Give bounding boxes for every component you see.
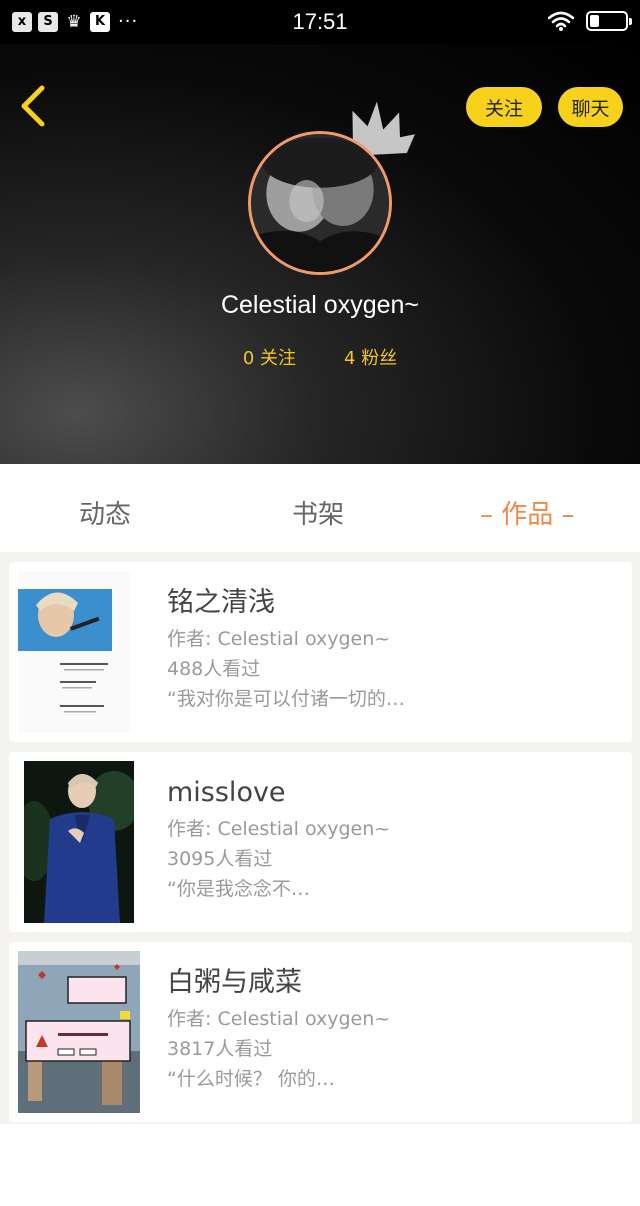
work-cover-image[interactable] (18, 951, 140, 1113)
work-cover-image[interactable] (18, 571, 130, 733)
cover-art (18, 571, 130, 733)
status-bar: x S ♛ K ··· 17:51 (0, 0, 640, 44)
work-views: 488人看过 (167, 658, 261, 680)
work-views: 3095人看过 (167, 848, 273, 870)
avatar[interactable] (248, 131, 392, 275)
status-time: 17:51 (292, 9, 348, 34)
status-right-icons (548, 11, 632, 31)
work-excerpt: “什么时候？ 你的… (167, 1068, 335, 1090)
wifi-icon (548, 11, 574, 31)
work-author: 作者: Celestial oxygen~ (167, 628, 391, 650)
tab-moments[interactable]: 动态 (79, 494, 131, 531)
follow-button[interactable]: 关注 (466, 87, 542, 127)
work-views: 3817人看过 (167, 1038, 273, 1060)
work-info: 白粥与咸菜 作者: Celestial oxygen~ 3817人看过 “什么时… (167, 962, 390, 1095)
fans-count: 4 (344, 348, 356, 369)
work-title: misslove (167, 777, 286, 808)
work-excerpt: “你是我念念不… (167, 878, 310, 900)
work-cover-image[interactable] (24, 761, 134, 923)
work-card[interactable]: 铭之清浅 作者: Celestial oxygen~ 488人看过 “我对你是可… (9, 562, 632, 742)
avatar-image (251, 134, 389, 272)
battery-level (590, 15, 599, 27)
work-author: 作者: Celestial oxygen~ (167, 818, 391, 840)
cover-art (18, 951, 140, 1113)
work-info: 铭之清浅 作者: Celestial oxygen~ 488人看过 “我对你是可… (167, 582, 405, 715)
back-icon[interactable] (14, 84, 54, 128)
work-card[interactable]: 白粥与咸菜 作者: Celestial oxygen~ 3817人看过 “什么时… (9, 942, 632, 1122)
cover-art (24, 761, 134, 923)
battery-icon (586, 11, 632, 31)
following-stat[interactable]: 0 关注 (243, 344, 296, 370)
work-excerpt: “我对你是可以付诸一切的… (167, 688, 405, 710)
following-count: 0 (242, 348, 255, 369)
username: Celestial oxygen~ (220, 291, 420, 319)
work-title: 铭之清浅 (167, 587, 275, 618)
fans-label: 粉丝 (361, 348, 398, 369)
work-author: 作者: Celestial oxygen~ (167, 1008, 391, 1030)
profile-stats: 0 关注 4 粉丝 (0, 344, 640, 370)
fans-stat[interactable]: 4 粉丝 (344, 344, 397, 370)
tab-works[interactable]: – 作品 – (480, 494, 575, 531)
work-card[interactable]: misslove 作者: Celestial oxygen~ 3095人看过 “… (9, 752, 632, 932)
work-info: misslove 作者: Celestial oxygen~ 3095人看过 “… (167, 772, 390, 905)
chat-button[interactable]: 聊天 (558, 87, 623, 127)
work-title: 白粥与咸菜 (167, 967, 302, 998)
following-label: 关注 (260, 348, 296, 369)
profile-tabs: 动态 书架 – 作品 – (0, 464, 640, 552)
profile-header: 关注 聊天 Celestial oxygen~ 0 关注 4 粉丝 (0, 44, 640, 464)
tab-bookshelf[interactable]: 书架 (292, 494, 344, 531)
